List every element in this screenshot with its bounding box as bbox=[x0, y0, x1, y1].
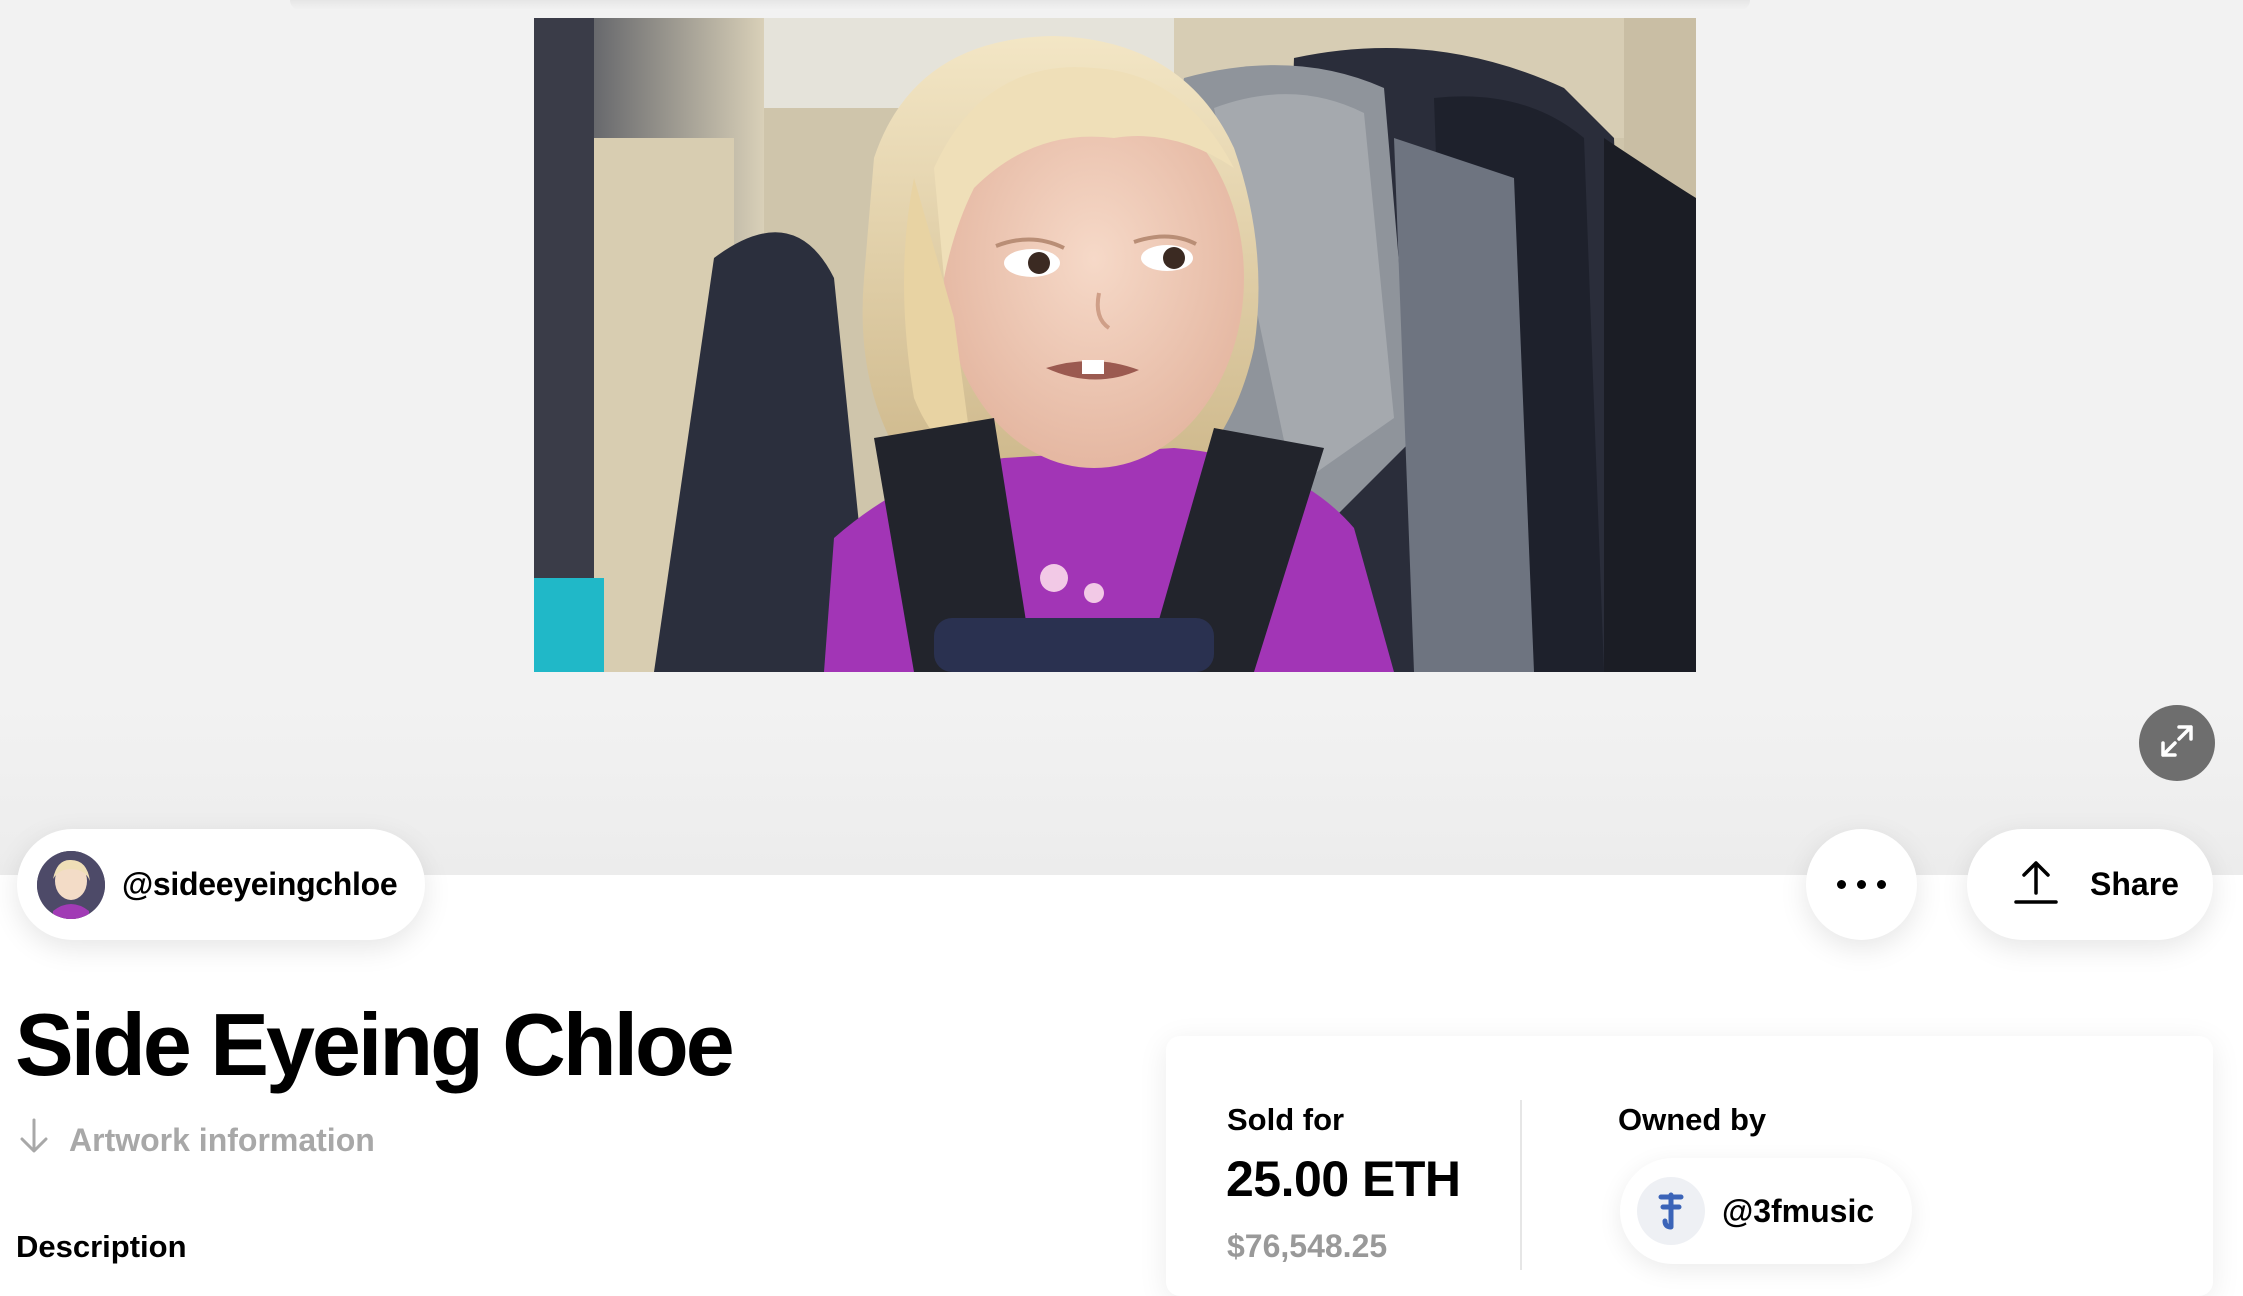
more-options-button[interactable] bbox=[1806, 829, 1917, 940]
upload-arrow-icon bbox=[2014, 859, 2058, 910]
owner-profile-link[interactable]: @3fmusic bbox=[1620, 1158, 1912, 1264]
share-button[interactable]: Share bbox=[1967, 829, 2213, 940]
share-label: Share bbox=[2090, 866, 2179, 902]
artwork-title: Side Eyeing Chloe bbox=[15, 995, 735, 1094]
expand-button[interactable] bbox=[2139, 705, 2215, 781]
creator-handle: @sideeyeingchloe bbox=[122, 866, 398, 902]
description-heading: Description bbox=[16, 1229, 187, 1264]
card-divider bbox=[1520, 1100, 1522, 1270]
expand-arrows-icon bbox=[2159, 723, 2195, 764]
header-shadow bbox=[290, 0, 1750, 10]
sold-price-eth: 25.00 ETH bbox=[1226, 1151, 1461, 1207]
sold-price-usd: $76,548.25 bbox=[1227, 1228, 1388, 1264]
owner-handle: @3fmusic bbox=[1722, 1192, 1875, 1229]
artwork-information-link[interactable]: Artwork information bbox=[17, 1116, 375, 1164]
creator-profile-link[interactable]: @sideeyeingchloe bbox=[17, 829, 425, 940]
creator-avatar bbox=[37, 850, 105, 919]
owner-avatar bbox=[1637, 1177, 1705, 1245]
artwork-image[interactable] bbox=[534, 18, 1696, 672]
sold-for-label: Sold for bbox=[1227, 1102, 1345, 1137]
more-dots-icon bbox=[1837, 880, 1886, 889]
artwork-information-label: Artwork information bbox=[69, 1121, 375, 1158]
artwork-media-area bbox=[0, 0, 2243, 875]
arrow-down-icon bbox=[17, 1116, 51, 1164]
owned-by-label: Owned by bbox=[1618, 1102, 1767, 1137]
